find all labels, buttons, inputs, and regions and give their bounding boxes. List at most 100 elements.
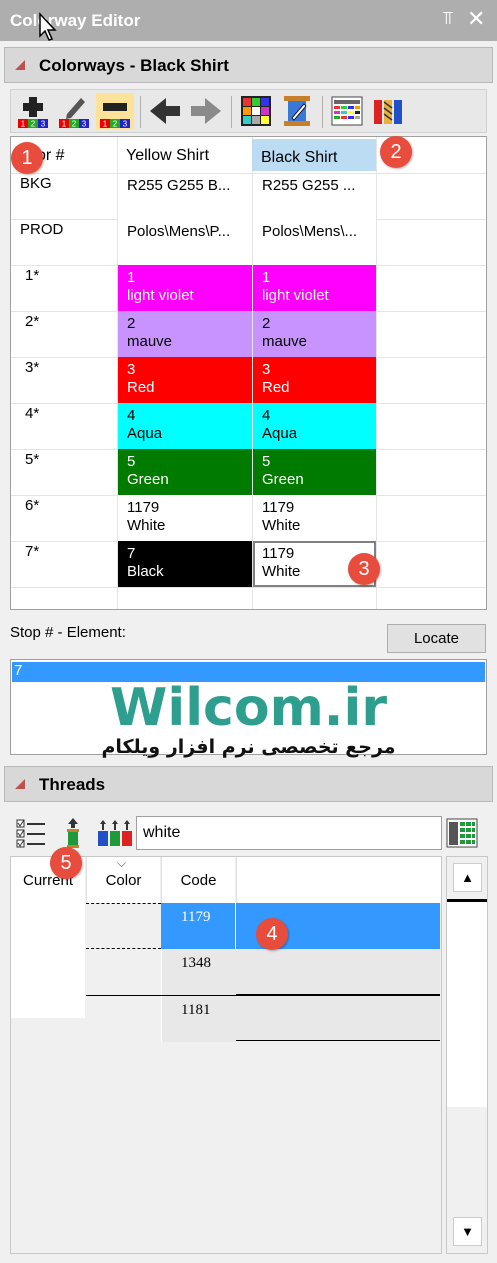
move-right-button[interactable] — [187, 93, 225, 129]
row-label: 1* — [25, 267, 40, 284]
header-yellow-shirt[interactable]: Yellow Shirt — [117, 147, 252, 165]
num-2: 2 — [31, 120, 36, 129]
black-shirt-cell[interactable]: 3 Red — [253, 357, 376, 403]
yellow-shirt-cell[interactable]: 3 Red — [118, 357, 252, 403]
checklist-icon — [16, 819, 45, 848]
colorways-section-header[interactable]: Colorways - Black Shirt — [4, 47, 493, 83]
yellow-shirt-cell[interactable]: 4 Aqua — [118, 403, 252, 449]
cell-line-1: 4 — [262, 407, 271, 424]
threads-scrollbar[interactable]: ▲ ▼ — [446, 856, 488, 1254]
cell-line-1: 4 — [127, 407, 136, 424]
cell-line-2: Red — [262, 379, 290, 396]
locate-button[interactable]: Locate — [387, 624, 486, 653]
thread-code: 1348 — [181, 955, 211, 971]
black-shirt-cell[interactable]: 4 Aqua — [253, 403, 376, 449]
table-row[interactable]: 1348 — [86, 949, 440, 995]
cell-line-1: 5 — [127, 453, 136, 470]
yellow-shirt-cell[interactable]: R255 G255 B... — [118, 173, 252, 219]
cell-line-2: Aqua — [127, 425, 163, 442]
cell-line-1: 2 — [127, 315, 136, 332]
toolbar-separator — [140, 96, 141, 128]
cell-line-2: light violet — [262, 287, 329, 304]
scroll-up-button[interactable]: ▲ — [453, 863, 482, 892]
palette-grid-icon — [241, 96, 271, 126]
header-black-shirt[interactable]: Black Shirt — [252, 139, 376, 171]
header-color[interactable]: ⌵ Color — [86, 857, 160, 903]
num-2: 2 — [113, 120, 118, 129]
black-shirt-cell[interactable]: Polos\Mens\... — [253, 219, 376, 265]
row-label: BKG — [20, 175, 52, 192]
row-label: PROD — [20, 221, 64, 238]
table-row[interactable]: 1181 — [86, 995, 440, 1042]
yellow-shirt-cell[interactable]: 1 light violet — [118, 265, 252, 311]
black-shirt-cell[interactable]: 2 mauve — [253, 311, 376, 357]
add-colorway-button[interactable]: 1 2 3 — [14, 93, 52, 129]
scroll-down-button[interactable]: ▼ — [453, 1217, 482, 1246]
yellow-shirt-cell[interactable]: 7 Black — [118, 541, 252, 587]
thread-search-input[interactable] — [136, 816, 442, 850]
collapse-triangle-icon[interactable] — [15, 60, 25, 70]
cell-line-2: Green — [127, 471, 169, 488]
thread-chart-button[interactable] — [443, 815, 481, 851]
cell-line-2: White — [262, 517, 301, 534]
palette-grid-button[interactable] — [237, 93, 275, 129]
cell-line-1: R255 G255 B... — [127, 177, 231, 194]
scroll-thumb[interactable] — [447, 899, 487, 1107]
watermark-subtitle: مرجع تخصصی نرم افزار ویلکام — [101, 736, 396, 758]
cell-line-2: Black — [127, 563, 164, 580]
thread-chart-icon — [446, 818, 478, 848]
threads-section-header[interactable]: Threads — [4, 766, 493, 802]
black-shirt-cell[interactable]: 1 light violet — [253, 265, 376, 311]
callout-badge-1: 1 — [11, 142, 43, 174]
cell-line-1: 3 — [127, 361, 136, 378]
move-left-button[interactable] — [146, 93, 184, 129]
colorway-toolbar: 1 2 3 1 2 3 1 2 3 — [10, 89, 487, 133]
edit-thread-button[interactable] — [278, 93, 316, 129]
color-swatch — [86, 949, 161, 995]
cell-line-1: 1 — [127, 269, 136, 286]
thread-spools-button[interactable] — [369, 93, 407, 129]
single-spool-button[interactable] — [54, 815, 92, 851]
num-1: 1 — [103, 120, 108, 129]
cell-line-2: Aqua — [262, 425, 298, 442]
cell-line-1: 1179 — [127, 499, 160, 516]
remove-colorway-icon: 1 2 3 — [100, 103, 130, 129]
multi-spool-icon — [98, 820, 132, 846]
thread-code: 1179 — [181, 909, 211, 925]
window-title: Colorway Editor — [10, 11, 141, 30]
black-shirt-cell[interactable]: 1179 White — [253, 495, 376, 541]
yellow-shirt-cell[interactable]: 5 Green — [118, 449, 252, 495]
header-blank — [236, 857, 441, 903]
threads-table: Current ⌵ Color Code 1179 1348 1181 — [10, 856, 442, 1254]
callout-badge-4: 4 — [256, 918, 288, 950]
element-list[interactable]: 7 Wilcom.ir مرجع تخصصی نرم افزار ویلکام — [10, 659, 487, 758]
yellow-shirt-cell[interactable]: 2 mauve — [118, 311, 252, 357]
row-label: 3* — [25, 359, 40, 376]
row-label: 4* — [25, 405, 40, 422]
row-label: 7* — [25, 543, 40, 560]
threads-section-title: Threads — [39, 775, 106, 794]
cell-line-2: light violet — [127, 287, 194, 304]
pin-icon[interactable]: ⫪ — [443, 8, 453, 29]
thread-chart-icon — [331, 96, 363, 126]
color-swatch — [86, 996, 161, 1042]
edit-colorway-button[interactable]: 1 2 3 — [55, 93, 93, 129]
black-shirt-cell[interactable]: 5 Green — [253, 449, 376, 495]
mouse-cursor-icon — [39, 12, 57, 41]
row-label: 5* — [25, 451, 40, 468]
black-shirt-cell[interactable]: R255 G255 ... — [253, 173, 376, 219]
checklist-button[interactable] — [12, 815, 50, 851]
num-1: 1 — [21, 120, 26, 129]
collapse-triangle-icon[interactable] — [15, 779, 25, 789]
thread-chart-button[interactable] — [328, 93, 366, 129]
multi-spool-button[interactable] — [96, 815, 134, 851]
yellow-shirt-cell[interactable]: 1179 White — [118, 495, 252, 541]
cell-line-1: 2 — [262, 315, 271, 332]
cell-line-1: 3 — [262, 361, 271, 378]
remove-colorway-button[interactable]: 1 2 3 — [96, 93, 134, 129]
stop-element-label: Stop # - Element: — [10, 624, 126, 641]
close-icon[interactable]: ✕ — [467, 6, 485, 32]
header-code[interactable]: Code — [161, 857, 235, 903]
yellow-shirt-cell[interactable]: Polos\Mens\P... — [118, 219, 252, 265]
color-swatch — [86, 903, 161, 949]
